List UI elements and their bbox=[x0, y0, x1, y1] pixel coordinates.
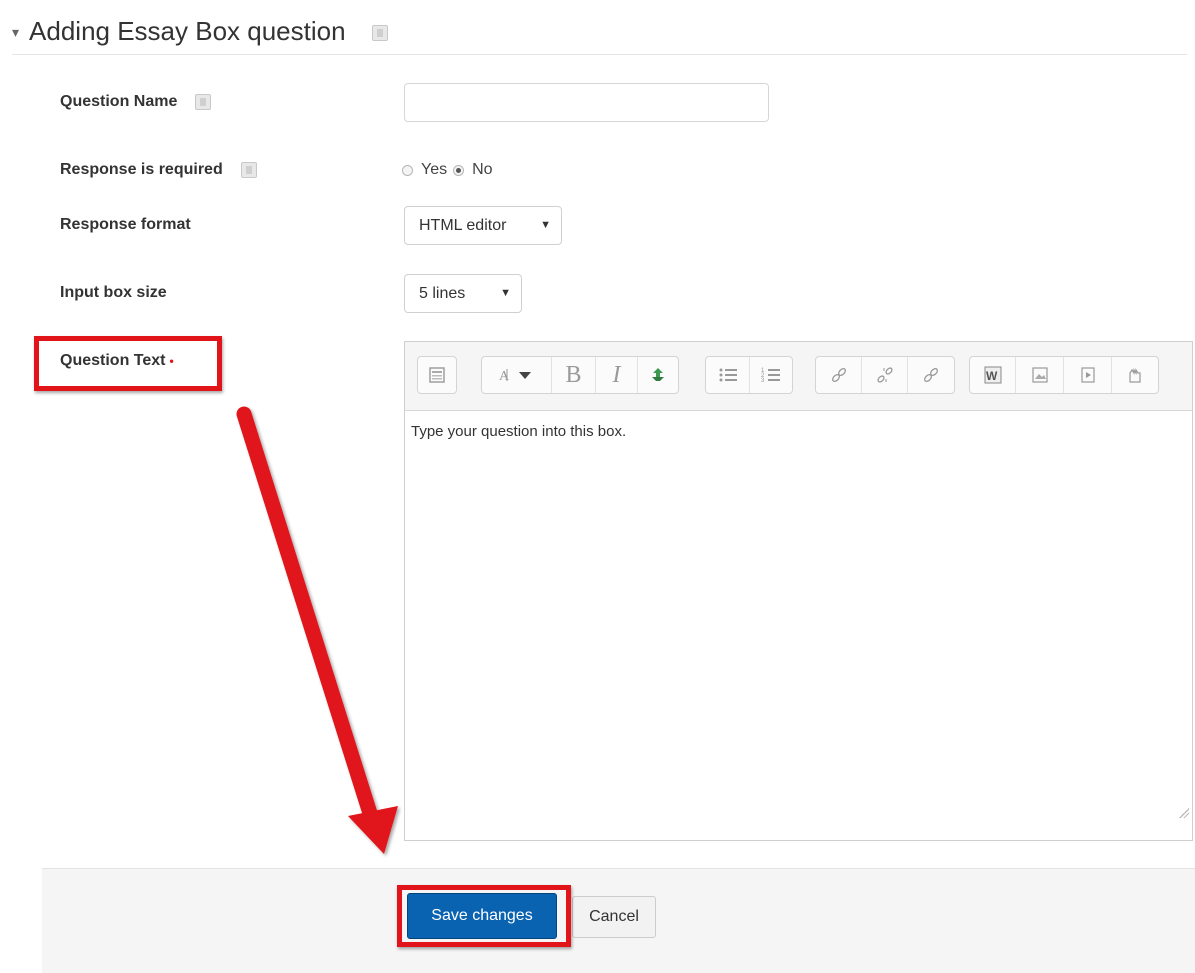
question-name-label-row: Question Name bbox=[60, 93, 212, 111]
paragraph-styles-icon[interactable]: A bbox=[482, 357, 552, 393]
dropdown-caret-icon: ▼ bbox=[500, 287, 511, 299]
image-icon[interactable] bbox=[1016, 357, 1064, 393]
media-icon[interactable] bbox=[1064, 357, 1112, 393]
svg-text:3: 3 bbox=[761, 378, 765, 384]
help-icon[interactable] bbox=[195, 94, 212, 110]
response-format-value: HTML editor bbox=[419, 216, 507, 234]
svg-text:W: W bbox=[986, 369, 998, 383]
toolbar-group: W bbox=[969, 356, 1159, 394]
input-box-size-label: Input box size bbox=[60, 284, 167, 301]
input-box-size-label-row: Input box size bbox=[60, 284, 167, 302]
toolbar-group bbox=[417, 356, 457, 394]
response-required-label: Response is required bbox=[60, 161, 223, 178]
response-required-no-label[interactable]: No bbox=[472, 161, 492, 179]
question-name-label: Question Name bbox=[60, 93, 178, 110]
response-format-label-row: Response format bbox=[60, 216, 191, 234]
unlink-icon[interactable] bbox=[862, 357, 908, 393]
editor-toolbar: A B I 123 W bbox=[405, 342, 1192, 411]
question-name-input[interactable] bbox=[404, 83, 769, 122]
question-text-label-row: Question Text • bbox=[60, 352, 174, 370]
recycle-icon[interactable] bbox=[638, 357, 678, 393]
help-icon[interactable] bbox=[240, 162, 257, 178]
response-required-label-row: Response is required bbox=[60, 161, 257, 179]
response-required-yes-label[interactable]: Yes bbox=[421, 161, 447, 179]
toolbar-group bbox=[815, 356, 955, 394]
question-text-editor-content[interactable]: Type your question into this box. bbox=[405, 411, 1192, 821]
svg-text:A: A bbox=[499, 369, 510, 384]
save-changes-button[interactable]: Save changes bbox=[407, 893, 557, 939]
help-icon[interactable] bbox=[371, 25, 388, 41]
resize-handle-icon[interactable] bbox=[1179, 808, 1189, 818]
toolbar-group: A B I bbox=[481, 356, 679, 394]
ordered-list-icon[interactable]: 123 bbox=[750, 357, 792, 393]
response-format-label: Response format bbox=[60, 216, 191, 233]
question-text-label: Question Text bbox=[60, 352, 166, 369]
section-header: ▾ Adding Essay Box question bbox=[12, 8, 1187, 55]
manage-files-icon[interactable] bbox=[1112, 357, 1158, 393]
collapse-toggle-icon[interactable]: ▾ bbox=[12, 24, 19, 41]
dropdown-caret-icon: ▼ bbox=[540, 219, 551, 231]
input-box-size-select[interactable]: 5 lines ▼ bbox=[404, 274, 522, 313]
response-format-select[interactable]: HTML editor ▼ bbox=[404, 206, 562, 245]
response-required-yes-radio[interactable] bbox=[402, 164, 413, 176]
response-required-no-radio[interactable] bbox=[453, 164, 465, 176]
section-title: Adding Essay Box question bbox=[29, 15, 346, 46]
italic-icon[interactable]: I bbox=[596, 357, 638, 393]
toolbar-group: 123 bbox=[705, 356, 793, 394]
question-text-editor: A B I 123 W Type your question into this… bbox=[404, 341, 1193, 841]
input-box-size-value: 5 lines bbox=[419, 284, 466, 302]
response-required-radio-group: Yes No bbox=[402, 161, 499, 179]
bold-icon[interactable]: B bbox=[552, 357, 596, 393]
required-marker-icon: • bbox=[169, 354, 174, 368]
link-icon[interactable] bbox=[816, 357, 862, 393]
editor-text[interactable]: Type your question into this box. bbox=[411, 423, 626, 440]
word-import-icon[interactable]: W bbox=[970, 357, 1016, 393]
cancel-button[interactable]: Cancel bbox=[572, 896, 656, 938]
unordered-list-icon[interactable] bbox=[706, 357, 750, 393]
link-alt-icon[interactable] bbox=[908, 357, 954, 393]
toolbar-toggle-icon[interactable] bbox=[418, 357, 456, 393]
